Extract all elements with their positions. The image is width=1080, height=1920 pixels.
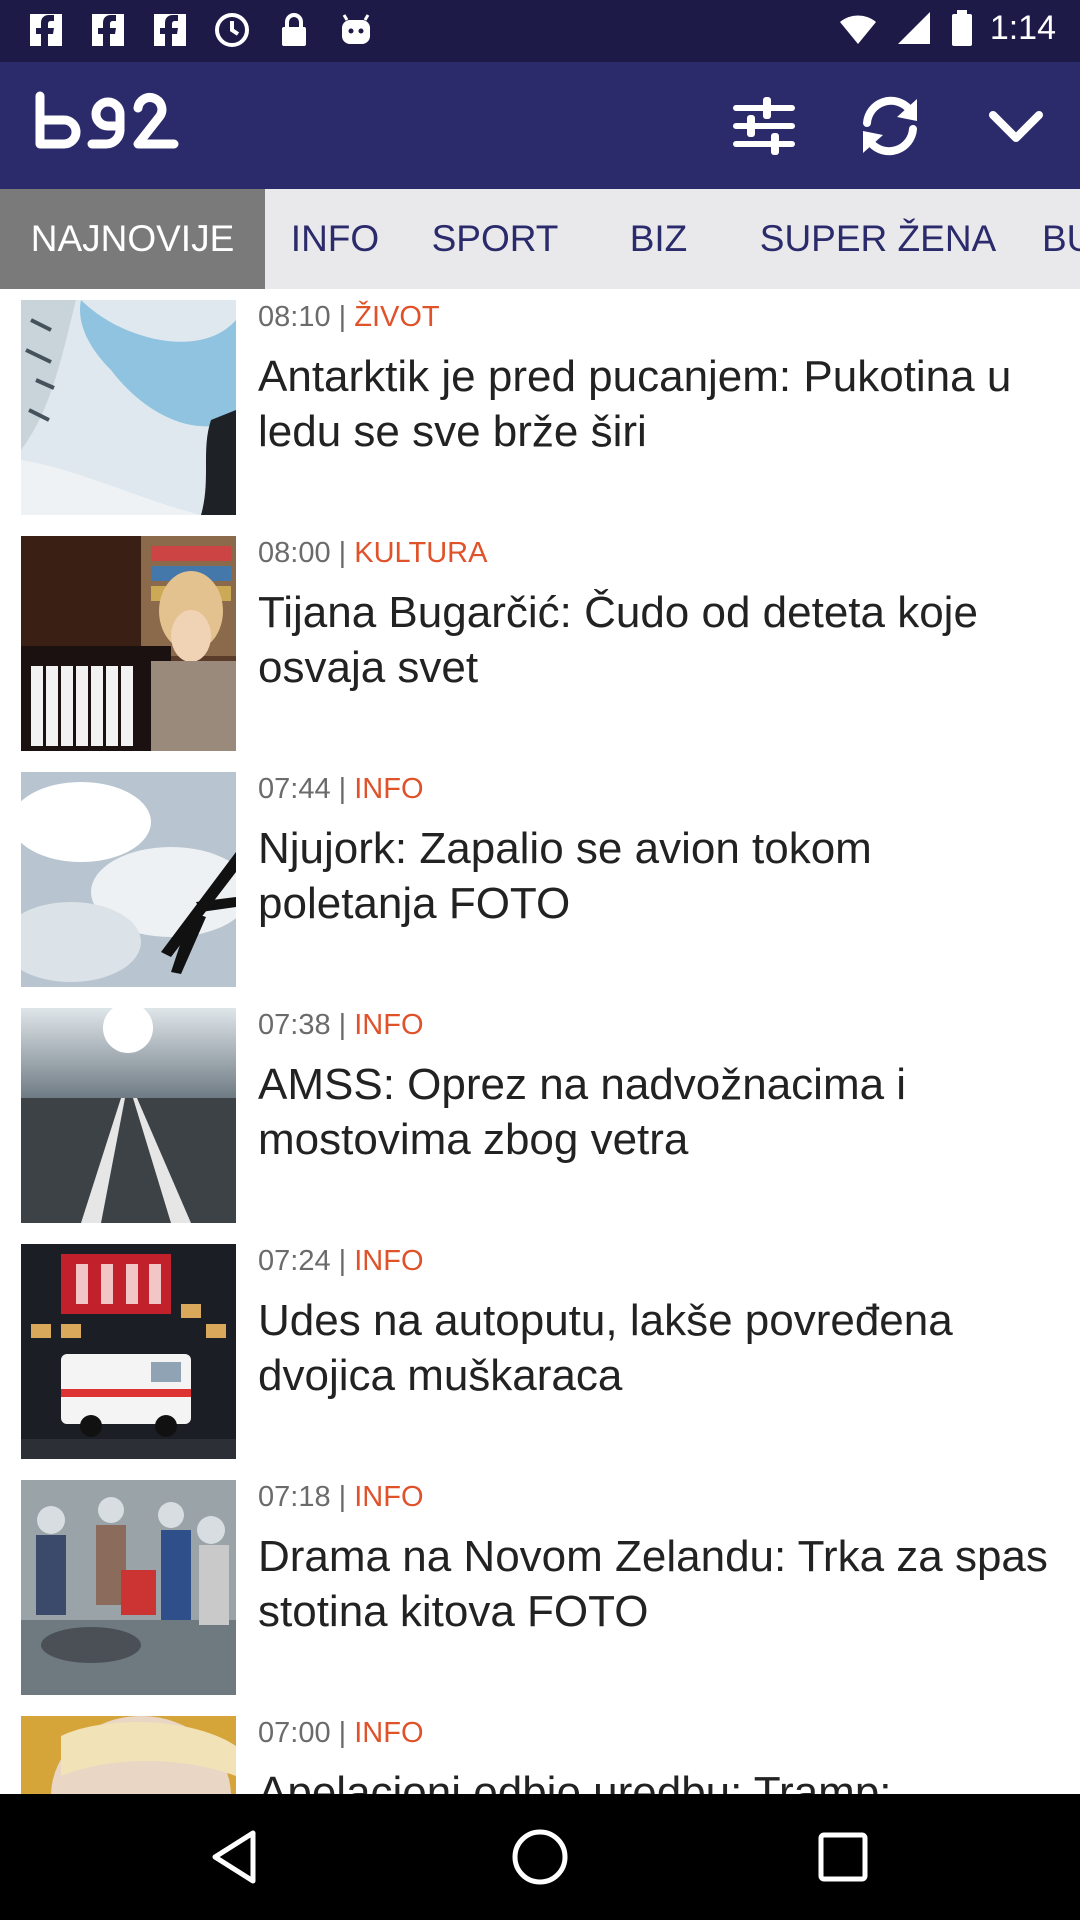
section-tabs: NAJNOVIJE INFO SPORT BIZ SUPER ŽENA BU	[0, 189, 1080, 289]
article-title[interactable]: Udes na autoputu, lakše povređena dvojic…	[258, 1293, 1058, 1403]
b92-logo[interactable]	[34, 90, 184, 160]
system-nav-bar	[0, 1794, 1080, 1920]
article-time: 07:38	[258, 1009, 331, 1041]
status-bar: 1:14	[0, 0, 1080, 62]
recents-icon	[818, 1832, 868, 1882]
signal-icon	[897, 12, 930, 44]
wifi-icon	[839, 15, 876, 44]
article-time: 07:18	[258, 1481, 331, 1513]
recents-button[interactable]	[808, 1822, 878, 1892]
home-icon	[512, 1829, 568, 1885]
article-thumbnail	[21, 1716, 236, 1794]
article-meta: 08:10 | ŽIVOT	[258, 301, 440, 333]
filter-button[interactable]	[729, 92, 799, 160]
home-button[interactable]	[505, 1822, 575, 1892]
article-category[interactable]: INFO	[354, 1481, 423, 1513]
app-header	[0, 62, 1080, 189]
tab-info[interactable]: INFO	[265, 189, 405, 289]
refresh-button[interactable]	[855, 92, 925, 160]
list-item[interactable]: 08:10 | ŽIVOT Antarktik je pred pucanjem…	[0, 289, 1080, 525]
article-thumbnail	[21, 300, 236, 515]
article-category[interactable]: INFO	[354, 1009, 423, 1041]
facebook-icon	[92, 14, 124, 46]
article-thumbnail	[21, 1244, 236, 1459]
article-meta: 08:00 | KULTURA	[258, 537, 488, 569]
article-time: 08:10	[258, 301, 331, 333]
article-time: 07:24	[258, 1245, 331, 1277]
article-meta: 07:44 | INFO	[258, 773, 424, 805]
article-title[interactable]: Njujork: Zapalio se avion tokom poletanj…	[258, 821, 1058, 931]
facebook-icon	[154, 14, 186, 46]
list-item[interactable]: 07:18 | INFO Drama na Novom Zelandu: Trk…	[0, 1469, 1080, 1705]
list-item[interactable]: 07:00 | INFO Apelacioni odbio uredbu: Tr…	[0, 1705, 1080, 1794]
article-title[interactable]: AMSS: Oprez na nadvožnacima i mostovima …	[258, 1057, 1058, 1167]
lock-icon	[282, 13, 306, 46]
back-button[interactable]	[202, 1822, 272, 1892]
article-meta: 07:00 | INFO	[258, 1717, 424, 1749]
article-title[interactable]: Antarktik je pred pucanjem: Pukotina u l…	[258, 349, 1058, 459]
battery-icon	[951, 10, 972, 46]
article-category[interactable]: INFO	[354, 1717, 423, 1749]
article-meta: 07:38 | INFO	[258, 1009, 424, 1041]
article-category[interactable]: INFO	[354, 773, 423, 805]
article-title[interactable]: Tijana Bugarčić: Čudo od deteta koje osv…	[258, 585, 1058, 695]
list-item[interactable]: 08:00 | KULTURA Tijana Bugarčić: Čudo od…	[0, 525, 1080, 761]
system-indicators: 1:14	[838, 8, 1056, 48]
tab-sport[interactable]: SPORT	[410, 189, 580, 289]
article-category[interactable]: INFO	[354, 1245, 423, 1277]
back-icon	[212, 1830, 256, 1884]
clock: 1:14	[989, 8, 1056, 47]
article-time: 07:00	[258, 1717, 331, 1749]
tab-biz[interactable]: BIZ	[600, 189, 717, 289]
article-category[interactable]: ŽIVOT	[354, 301, 439, 333]
chevron-down-icon	[989, 111, 1043, 142]
article-thumbnail	[21, 1008, 236, 1223]
sync-icon	[215, 13, 249, 47]
facebook-icon	[30, 14, 62, 46]
article-title[interactable]: Apelacioni odbio uredbu: Tramp:	[258, 1765, 1058, 1794]
article-time: 07:44	[258, 773, 331, 805]
filter-sliders-icon	[733, 97, 795, 155]
article-meta: 07:24 | INFO	[258, 1245, 424, 1277]
article-time: 08:00	[258, 537, 331, 569]
news-list: 08:10 | ŽIVOT Antarktik je pred pucanjem…	[0, 289, 1080, 1794]
tab-super-zena[interactable]: SUPER ŽENA	[740, 189, 1016, 289]
article-thumbnail	[21, 772, 236, 987]
article-meta: 07:18 | INFO	[258, 1481, 424, 1513]
article-thumbnail	[21, 1480, 236, 1695]
tab-bu[interactable]: BU	[1042, 189, 1080, 289]
list-item[interactable]: 07:44 | INFO Njujork: Zapalio se avion t…	[0, 761, 1080, 997]
android-icon	[342, 14, 370, 44]
article-thumbnail	[21, 536, 236, 751]
more-sections-button[interactable]	[981, 92, 1051, 160]
article-title[interactable]: Drama na Novom Zelandu: Trka za spas sto…	[258, 1529, 1058, 1639]
list-item[interactable]: 07:24 | INFO Udes na autoputu, lakše pov…	[0, 1233, 1080, 1469]
notification-icons	[26, 10, 376, 50]
tab-najnovije[interactable]: NAJNOVIJE	[0, 189, 265, 289]
refresh-icon	[863, 96, 917, 156]
list-item[interactable]: 07:38 | INFO AMSS: Oprez na nadvožnacima…	[0, 997, 1080, 1233]
article-category[interactable]: KULTURA	[354, 537, 487, 569]
